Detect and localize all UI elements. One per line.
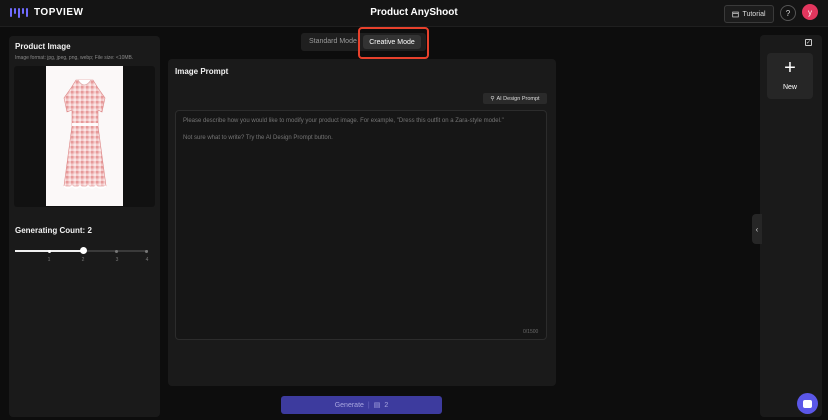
- magic-wand-icon: ⚲: [490, 95, 495, 102]
- image-prompt-panel: Image Prompt ⚲ AI Design Prompt 0/1500: [168, 59, 556, 386]
- highlight-annotation: [358, 27, 429, 59]
- product-image-panel: Product Image Image format: jpg, jpeg, p…: [9, 36, 160, 417]
- count-slider-stop-1[interactable]: [48, 249, 51, 253]
- count-tick-label: 3: [115, 257, 119, 263]
- results-panel: ✓ + New: [760, 35, 822, 417]
- image-prompt-title: Image Prompt: [175, 67, 229, 76]
- standard-mode-tab[interactable]: Standard Mode: [309, 38, 357, 45]
- product-image-preview: [46, 66, 123, 206]
- new-task-button[interactable]: + New: [767, 53, 813, 99]
- generate-cost: 2: [384, 401, 389, 409]
- count-tick-label: 4: [145, 257, 149, 263]
- prompt-input[interactable]: [175, 110, 547, 340]
- book-icon: [732, 11, 740, 17]
- help-button[interactable]: ?: [780, 5, 796, 21]
- top-bar: TOPVIEW Product AnyShoot Tutorial ? y: [0, 0, 828, 27]
- count-tick-label: 1: [47, 257, 51, 263]
- chat-support-button[interactable]: [797, 393, 818, 414]
- product-image-upload[interactable]: ⇄: [14, 66, 155, 207]
- dress-image: [63, 79, 107, 189]
- select-checkbox-icon[interactable]: ✓: [805, 39, 812, 46]
- coin-icon: ▤: [373, 402, 381, 409]
- chevron-left-icon: ‹: [755, 224, 759, 234]
- generate-label: Generate: [334, 401, 364, 409]
- count-slider-stop-4[interactable]: [145, 249, 148, 253]
- avatar[interactable]: y: [802, 4, 818, 20]
- product-image-title: Product Image: [15, 42, 71, 51]
- ai-design-prompt-button[interactable]: ⚲ AI Design Prompt: [483, 93, 547, 104]
- collapse-panel-button[interactable]: ‹: [752, 214, 762, 244]
- count-tick-label: 2: [81, 257, 85, 263]
- tutorial-label: Tutorial: [742, 10, 766, 18]
- page-title: Product AnyShoot: [370, 7, 458, 18]
- divider: |: [367, 401, 370, 409]
- generating-count-label: Generating Count: 2: [15, 226, 92, 235]
- generate-button[interactable]: Generate | ▤ 2: [281, 396, 442, 414]
- product-image-hint: Image format: jpg, jpeg, png, webp; File…: [15, 55, 134, 61]
- chat-icon: [803, 399, 812, 408]
- new-label: New: [782, 84, 797, 91]
- char-count: 0/1500: [523, 329, 539, 335]
- tutorial-button[interactable]: Tutorial: [724, 5, 774, 23]
- count-slider-thumb[interactable]: [80, 247, 87, 254]
- plus-icon: +: [784, 57, 796, 79]
- count-slider-stop-3[interactable]: [115, 249, 118, 253]
- ai-design-prompt-label: AI Design Prompt: [496, 95, 540, 102]
